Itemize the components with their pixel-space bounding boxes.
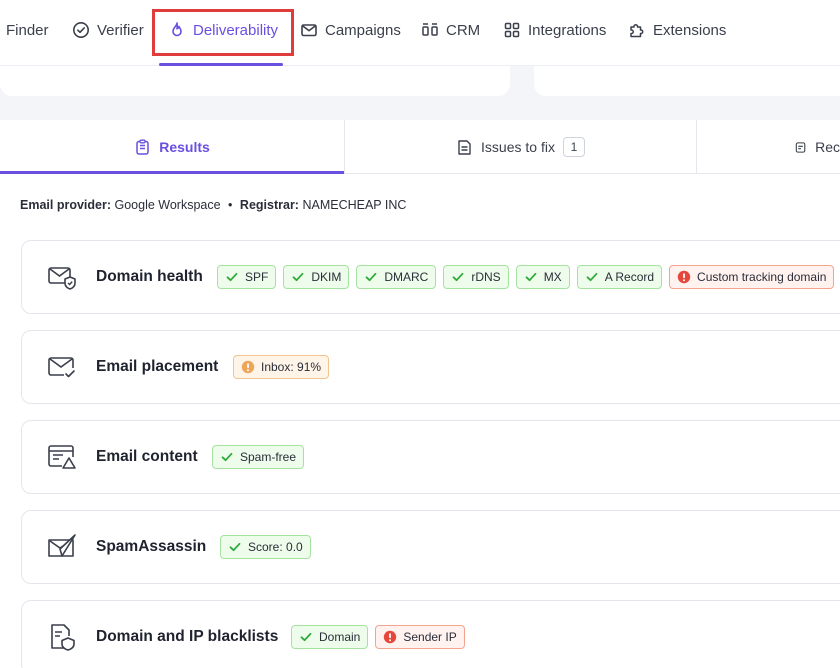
check-icon [365,272,377,282]
badge-group: SPF DKIM DMARC rDNS MX A Record Custom t… [217,265,835,289]
issues-count-badge: 1 [562,137,585,157]
section-title: Domain health [96,268,203,285]
nav-integrations-label: Integrations [528,21,607,39]
section-blacklists[interactable]: Domain and IP blacklists Domain Sender I… [21,600,840,668]
summary-card-left [0,66,510,96]
badge-label: SPF [245,270,269,284]
badge-dmarc: DMARC [356,265,437,289]
badge-group: Spam-free [212,445,305,469]
nav-extensions[interactable]: Extensions [628,0,726,60]
provider-label: Email provider: [20,198,111,212]
envelope-icon [301,24,317,37]
document-shield-icon [51,624,75,651]
section-title: Email placement [96,358,219,375]
separator-dot: • [228,198,233,212]
badge-group: Score: 0.0 [220,535,311,559]
tab-issues-label: Issues to fix [481,139,555,155]
nav-integrations[interactable]: Integrations [503,0,606,60]
error-icon [384,630,397,644]
badge-label: Score: 0.0 [248,540,303,554]
check-icon [452,272,464,282]
section-title: SpamAssassin [96,538,207,555]
badge-custom-tracking-domain: Custom tracking domain [669,265,835,289]
section-spamassassin[interactable]: SpamAssassin Score: 0.0 [21,510,840,584]
badge-mx: MX [515,265,570,289]
section-title: Email content [96,448,198,465]
section-domain-health[interactable]: Domain health SPF DKIM DMARC rDNS MX A R… [21,240,840,314]
tab-recommendations[interactable]: Rec [696,120,840,174]
badge-label: Inbox: 91% [261,360,322,374]
warning-icon [241,360,255,374]
note-icon [795,141,806,153]
result-tabs: Results Issues to fix 1 Rec [0,120,840,174]
nav-campaigns-label: Campaigns [325,21,401,39]
badge-spf: SPF [217,265,277,289]
nav-finder[interactable]: Finder [6,0,49,60]
badge-label: MX [543,270,562,284]
badge-label: A Record [604,270,655,284]
deliverability-highlight [152,9,294,56]
envelope-check-icon [48,357,75,378]
check-icon [221,452,233,462]
summary-card-right [534,66,840,96]
check-icon [300,632,312,642]
paper-plane-icon [48,534,76,557]
badge-spam-free: Spam-free [212,445,305,469]
tab-results[interactable]: Results [0,120,344,174]
nav-verifier[interactable]: Verifier [72,0,144,60]
section-email-content[interactable]: Email content Spam-free [21,420,840,494]
grid-icon [504,22,520,38]
section-title: Domain and IP blacklists [96,628,279,645]
nav-crm-label: CRM [446,21,481,39]
check-icon [292,272,304,282]
badge-group: Domain Sender IP [291,625,465,649]
shield-envelope-icon [48,267,76,290]
badge-inbox-rate: Inbox: 91% [233,355,330,379]
section-email-placement[interactable]: Email placement Inbox: 91% [21,330,840,404]
badge-label: Domain [319,630,361,644]
content-warning-icon [48,445,76,469]
badge-label: Custom tracking domain [697,270,827,284]
tab-issues-to-fix[interactable]: Issues to fix 1 [345,120,696,174]
registrar-value: NAMECHEAP INC [302,198,407,212]
provider-value: Google Workspace [114,198,221,212]
top-nav: Finder Verifier Deliverability Campaigns… [0,0,840,66]
error-icon [677,270,691,284]
nav-campaigns[interactable]: Campaigns [300,0,401,60]
badge-label: Sender IP [403,630,457,644]
nav-extensions-label: Extensions [653,21,727,39]
badge-label: Spam-free [240,450,297,464]
badge-group: Inbox: 91% [233,355,330,379]
puzzle-icon [630,24,644,38]
check-circle-icon [73,22,89,38]
check-icon [229,542,241,552]
provider-info: Email provider: Google Workspace • Regis… [20,198,406,212]
check-icon [226,272,238,282]
document-list-icon [458,139,471,155]
badge-sender-ip: Sender IP [375,625,465,649]
nav-verifier-label: Verifier [97,21,144,39]
active-tab-indicator [0,171,344,174]
badge-dkim: DKIM [283,265,350,289]
clipboard-icon [136,139,149,155]
badge-domain: Domain [291,625,369,649]
nav-finder-label: Finder [6,21,49,39]
nav-crm[interactable]: CRM [421,0,480,60]
badge-rdns: rDNS [443,265,509,289]
check-icon [586,272,598,282]
badge-label: rDNS [471,270,501,284]
badge-label: DMARC [384,270,429,284]
badge-label: DKIM [311,270,342,284]
crm-icon [422,23,438,36]
summary-band [0,66,840,120]
badge-a-record: A Record [576,265,663,289]
badge-score: Score: 0.0 [220,535,311,559]
check-icon [525,272,537,282]
tab-recommendations-label: Rec [815,139,840,155]
registrar-label: Registrar: [239,198,299,212]
tab-results-label: Results [159,139,210,155]
